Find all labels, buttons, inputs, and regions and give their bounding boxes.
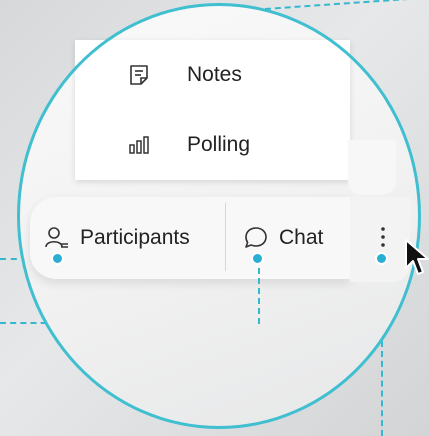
more-options-menu: Notes Polling: [75, 40, 350, 180]
mouse-cursor-icon: [405, 239, 429, 275]
callout-dot-chat: [251, 252, 264, 265]
participants-icon: [45, 227, 68, 248]
callout-guide-chat-v: [258, 258, 260, 324]
menu-item-notes[interactable]: Notes: [75, 50, 350, 100]
chat-icon: [245, 227, 267, 248]
toolbar-divider: [225, 203, 226, 271]
chat-button[interactable]: Chat: [243, 197, 323, 279]
menu-anchor-tab: [348, 140, 396, 195]
more-vertical-icon: [381, 227, 385, 247]
menu-item-notes-label: Notes: [187, 63, 242, 86]
notes-icon: [130, 65, 148, 85]
menu-item-polling[interactable]: Polling: [75, 120, 350, 170]
participants-button[interactable]: Participants: [44, 197, 190, 279]
participants-label: Participants: [80, 226, 190, 249]
menu-item-polling-label: Polling: [187, 133, 251, 156]
callout-dot-more: [375, 252, 388, 265]
chat-label: Chat: [279, 226, 324, 249]
callout-dot-participants: [51, 252, 64, 265]
polling-icon: [129, 136, 149, 154]
